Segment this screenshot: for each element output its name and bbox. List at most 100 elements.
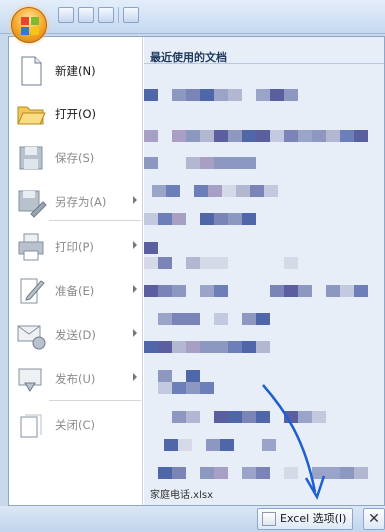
blurred-filename-block <box>158 257 172 269</box>
menu-item-new[interactable]: 新建(N) <box>15 51 141 91</box>
menu-item-label: 另存为(A) <box>55 195 107 209</box>
customize-qat-icon[interactable] <box>123 7 139 23</box>
blurred-filename-block <box>340 467 354 479</box>
blurred-filename-block <box>172 382 186 394</box>
office-logo-icon <box>21 17 39 35</box>
office-menu: 新建(N) 打开(O) 保存(S) 另存为(A) 打印(P) 准备(E) 发送(… <box>8 36 385 506</box>
blurred-filename-block <box>186 341 200 353</box>
blurred-filename-block <box>172 467 186 479</box>
blurred-filename-block <box>262 439 276 451</box>
blurred-filename-block <box>270 130 284 142</box>
blurred-filename-block <box>186 257 200 269</box>
blurred-filename-block <box>242 411 256 423</box>
blurred-filename-block <box>284 257 298 269</box>
menu-divider <box>49 400 141 401</box>
title-bar <box>0 0 385 34</box>
menu-item-label: 发布(U) <box>55 372 96 386</box>
redo-icon[interactable] <box>98 7 114 23</box>
blurred-filename-block <box>242 313 256 325</box>
blurred-filename-block <box>228 89 242 101</box>
office-button[interactable] <box>11 7 47 43</box>
blurred-filename-block <box>186 411 200 423</box>
submenu-arrow-icon <box>133 373 137 381</box>
blurred-filename-block <box>256 89 270 101</box>
menu-item-send[interactable]: 发送(D) <box>15 315 141 355</box>
blurred-filename-block <box>214 213 228 225</box>
menu-item-save[interactable]: 保存(S) <box>15 138 141 178</box>
menu-item-label: 保存(S) <box>55 151 95 165</box>
blurred-filename-block <box>354 285 368 297</box>
blurred-filename-block <box>206 439 220 451</box>
blurred-filename-block <box>158 467 172 479</box>
menu-item-label: 新建(N) <box>55 64 96 78</box>
excel-options-button[interactable]: Excel 选项(I) <box>257 508 354 530</box>
blurred-filename-block <box>158 213 172 225</box>
menu-item-label: 发送(D) <box>55 328 96 342</box>
blurred-filename-block <box>242 467 256 479</box>
blurred-filename-block <box>228 213 242 225</box>
blurred-filename-block <box>228 157 242 169</box>
blurred-filename-block <box>284 467 298 479</box>
blurred-filename-block <box>144 157 158 169</box>
blurred-filename-block <box>214 257 228 269</box>
menu-item-label: 准备(E) <box>55 284 95 298</box>
blurred-filename-block <box>214 341 228 353</box>
blurred-filename-block <box>144 242 158 254</box>
options-icon <box>262 512 276 526</box>
blurred-filename-block <box>312 411 326 423</box>
blurred-filename-block <box>354 130 368 142</box>
menu-footer: Excel 选项(I) ✕ <box>0 506 385 532</box>
blurred-filename-block <box>228 411 242 423</box>
menu-item-label: 打开(O) <box>55 107 97 121</box>
blurred-filename-block <box>144 285 158 297</box>
recent-title-divider <box>144 63 384 64</box>
blurred-filename-block <box>172 313 186 325</box>
blurred-filename-block <box>172 341 186 353</box>
blurred-filename-block <box>284 411 298 423</box>
submenu-arrow-icon <box>133 241 137 249</box>
menu-item-publish[interactable]: 发布(U) <box>15 359 141 399</box>
blurred-filename-block <box>298 130 312 142</box>
blurred-filename-block <box>144 89 158 101</box>
save-qat-icon[interactable] <box>58 7 74 23</box>
menu-item-print[interactable]: 打印(P) <box>15 227 141 267</box>
blurred-filename-block <box>164 439 178 451</box>
blurred-filename-block <box>144 257 158 269</box>
blurred-filename-block <box>312 130 326 142</box>
blurred-filename-block <box>200 341 214 353</box>
blurred-filename-block <box>172 411 186 423</box>
blurred-filename-block <box>186 382 200 394</box>
menu-divider <box>49 220 141 221</box>
menu-item-prepare[interactable]: 准备(E) <box>15 271 141 311</box>
blurred-filename-block <box>172 213 186 225</box>
blurred-filename-block <box>172 89 186 101</box>
blurred-filename-block <box>326 285 340 297</box>
blurred-filename-block <box>200 213 214 225</box>
menu-item-close[interactable]: 关闭(C) <box>15 405 141 445</box>
recent-document-item[interactable]: 家庭电话.xlsx <box>150 486 213 501</box>
close-document-icon <box>15 409 47 441</box>
blurred-filename-block <box>270 285 284 297</box>
submenu-arrow-icon <box>133 329 137 337</box>
menu-item-save-as[interactable]: 另存为(A) <box>15 182 141 222</box>
blurred-filename-block <box>178 439 192 451</box>
blurred-filename-block <box>256 467 270 479</box>
blurred-filename-block <box>144 130 158 142</box>
blurred-filename-block <box>284 89 298 101</box>
undo-icon[interactable] <box>78 7 94 23</box>
qat-separator <box>118 7 119 23</box>
blurred-filename-block <box>242 341 256 353</box>
menu-item-open[interactable]: 打开(O) <box>15 94 141 134</box>
blurred-filename-block <box>256 341 270 353</box>
blurred-filename-block <box>354 467 368 479</box>
blurred-filename-block <box>200 382 214 394</box>
blurred-filename-block <box>250 185 264 197</box>
blurred-filename-block <box>214 157 228 169</box>
blurred-filename-block <box>236 185 250 197</box>
blurred-filename-block <box>340 285 354 297</box>
blurred-filename-block <box>298 411 312 423</box>
save-as-icon <box>15 186 47 218</box>
blurred-filename-block <box>284 130 298 142</box>
exit-excel-button[interactable]: ✕ <box>363 508 385 530</box>
blurred-filename-block <box>214 89 228 101</box>
